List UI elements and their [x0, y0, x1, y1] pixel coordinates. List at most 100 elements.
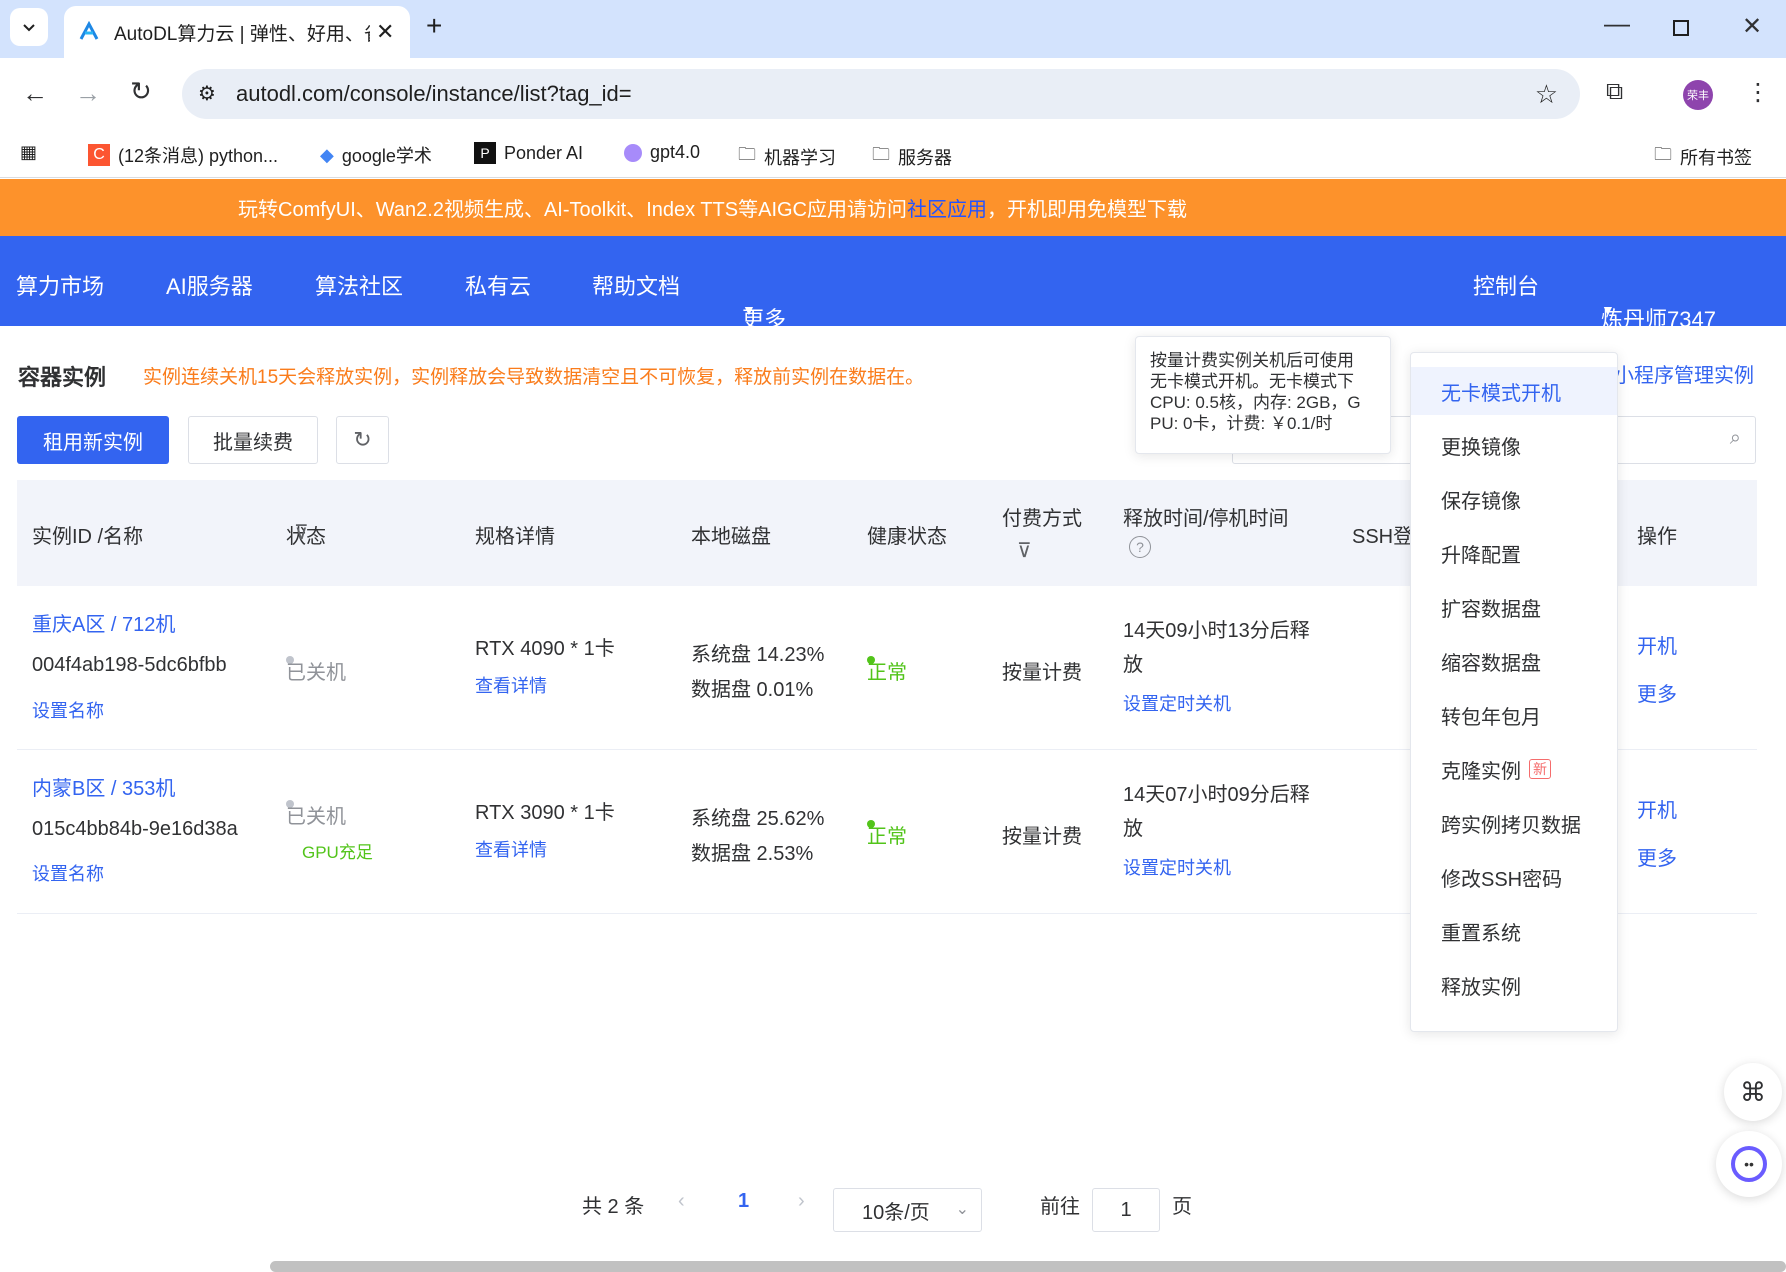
horizontal-scrollbar[interactable] [270, 1261, 1786, 1272]
bookmark-star-icon[interactable]: ☆ [1535, 79, 1558, 110]
minimize-button[interactable]: — [1604, 8, 1630, 39]
mini-program-link[interactable]: 小程序管理实例 [1614, 359, 1754, 388]
filter-icon[interactable]: ⊽ [1017, 538, 1032, 563]
page-number-current[interactable]: 1 [738, 1190, 749, 1213]
tab-search-button[interactable] [10, 8, 48, 46]
instance-region-link[interactable]: 重庆A区 / 712机 [32, 608, 175, 637]
view-details-link[interactable]: 查看详情 [475, 672, 547, 698]
goto-label: 前往 [1040, 1196, 1080, 1218]
bookmark-item[interactable]: ◆ google学术 [320, 142, 432, 168]
power-on-button[interactable]: 开机 [1637, 794, 1677, 823]
spec-text: RTX 4090 * 1卡 [475, 638, 615, 660]
extensions-icon[interactable]: ⧉ [1606, 78, 1623, 106]
banner-text-after: ，开机即用免模型下载 [987, 199, 1188, 221]
menu-item-release-instance[interactable]: 释放实例 [1411, 961, 1617, 1009]
browser-tab-strip: AutoDL算力云 | 弹性、好用、省 ✕ + — ✕ [0, 0, 1786, 58]
profile-avatar[interactable]: 荣丰 [1683, 80, 1713, 110]
spec-text: RTX 3090 * 1卡 [475, 802, 615, 824]
more-actions-button[interactable]: 更多 [1637, 678, 1677, 707]
set-timer-shutdown-link[interactable]: 设置定时关机 [1123, 690, 1231, 716]
goto-page-input[interactable]: 1 [1092, 1188, 1160, 1232]
release-time-cont: 放 [1123, 818, 1143, 840]
menu-item-no-gpu-start[interactable]: 无卡模式开机 [1411, 367, 1617, 415]
release-time: 14天07小时09分后释 [1123, 784, 1310, 806]
set-name-link[interactable]: 设置名称 [32, 697, 104, 723]
bot-face-icon: •• [1731, 1146, 1767, 1182]
floating-apps-button[interactable]: ⌘ [1724, 1063, 1782, 1121]
chevron-down-icon [23, 24, 35, 32]
maximize-button[interactable] [1673, 20, 1689, 36]
folder-icon: 🗀 [738, 144, 756, 164]
help-icon[interactable]: ? [1129, 536, 1151, 558]
bookmark-item[interactable]: C (12条消息) python... [88, 142, 278, 168]
address-bar-url[interactable]: autodl.com/console/instance/list?tag_id= [236, 81, 632, 107]
reload-icon[interactable]: ↻ [130, 76, 152, 107]
instance-id: 015c4bb84b-9e16d38a [32, 818, 238, 840]
menu-item-ssh-password[interactable]: 修改SSH密码 [1411, 853, 1617, 901]
set-timer-shutdown-link[interactable]: 设置定时关机 [1123, 854, 1231, 880]
tab-title: AutoDL算力云 | 弹性、好用、省 [114, 23, 370, 45]
chevron-down-icon: ⌄ [955, 1201, 969, 1218]
menu-item-expand-disk[interactable]: 扩容数据盘 [1411, 583, 1617, 631]
menu-item-reset-system[interactable]: 重置系统 [1411, 907, 1617, 955]
col-release: 释放时间/停机时间 [1123, 508, 1289, 530]
bookmark-folder[interactable]: 🗀 服务器 [872, 142, 952, 172]
nav-item-community[interactable]: 算法社区 [315, 269, 403, 301]
pagination-total: 共 2 条 [582, 1196, 645, 1218]
system-disk-usage: 系统盘 25.62% [691, 808, 825, 830]
col-disk: 本地磁盘 [691, 526, 771, 548]
nav-item-docs[interactable]: 帮助文档 [592, 269, 680, 301]
nav-item-market[interactable]: 算力市场 [16, 269, 104, 301]
power-on-button[interactable]: 开机 [1637, 630, 1677, 659]
refresh-button[interactable]: ↻ [336, 416, 389, 464]
all-bookmarks-folder[interactable]: 🗀 所有书签 [1654, 142, 1752, 172]
menu-item-change-config[interactable]: 升降配置 [1411, 529, 1617, 577]
forward-arrow-icon[interactable]: → [75, 78, 101, 109]
menu-item-shrink-disk[interactable]: 缩容数据盘 [1411, 637, 1617, 685]
prev-page-icon[interactable]: ‹ [678, 1190, 685, 1213]
folder-icon: 🗀 [1654, 144, 1672, 164]
col-ssh: SSH登 [1352, 526, 1414, 548]
menu-item-monthly[interactable]: 转包年包月 [1411, 691, 1617, 739]
promo-banner: 玩转ComfyUI、Wan2.2视频生成、AI-Toolkit、Index TT… [0, 179, 1786, 236]
col-spec: 规格详情 [475, 526, 555, 548]
bookmark-item[interactable]: gpt4.0 [624, 142, 700, 163]
more-actions-button[interactable]: 更多 [1637, 842, 1677, 871]
bookmark-folder[interactable]: 🗀 机器学习 [738, 142, 836, 172]
menu-item-save-image[interactable]: 保存镜像 [1411, 475, 1617, 523]
site-settings-icon[interactable]: ⚙ [198, 81, 216, 106]
nav-item-private-cloud[interactable]: 私有云 [465, 269, 531, 301]
nav-item-ai-server[interactable]: AI服务器 [166, 269, 253, 301]
browser-menu-icon[interactable]: ⋮ [1746, 78, 1770, 107]
caret-down-icon: ▼ [1601, 302, 1615, 318]
new-tab-button[interactable]: + [426, 10, 442, 42]
instance-region-link[interactable]: 内蒙B区 / 353机 [32, 772, 175, 801]
address-bar[interactable]: ⚙ autodl.com/console/instance/list?tag_i… [182, 69, 1580, 119]
menu-item-clone-instance[interactable]: 克隆实例 新 [1411, 745, 1617, 793]
batch-renew-button[interactable]: 批量续费 [188, 416, 318, 464]
back-arrow-icon[interactable]: ← [22, 78, 48, 109]
page-suffix: 页 [1172, 1196, 1192, 1218]
nav-console[interactable]: 控制台 [1473, 269, 1539, 301]
close-window-button[interactable]: ✕ [1742, 12, 1762, 41]
tab-close-icon[interactable]: ✕ [376, 19, 394, 45]
col-id: 实例ID /名称 [32, 526, 144, 548]
gpt-icon [624, 143, 642, 162]
banner-community-link[interactable]: 社区应用 [907, 193, 987, 222]
view-details-link[interactable]: 查看详情 [475, 836, 547, 862]
new-badge: 新 [1529, 759, 1551, 779]
filter-icon[interactable]: ⊽ [294, 520, 309, 545]
menu-item-copy-data[interactable]: 跨实例拷贝数据 [1411, 799, 1617, 847]
browser-tab-active[interactable]: AutoDL算力云 | 弹性、好用、省 ✕ [64, 6, 410, 58]
next-page-icon[interactable]: › [798, 1190, 805, 1213]
bookmark-item[interactable]: P Ponder AI [474, 142, 583, 164]
rent-new-instance-button[interactable]: 租用新实例 [17, 416, 169, 464]
command-icon: ⌘ [1740, 1076, 1766, 1107]
release-time-cont: 放 [1123, 654, 1143, 676]
page-size-select[interactable]: 10条/页 ⌄ [833, 1188, 982, 1232]
set-name-link[interactable]: 设置名称 [32, 860, 104, 886]
menu-item-change-image[interactable]: 更换镜像 [1411, 421, 1617, 469]
assistant-bot-button[interactable]: •• [1716, 1131, 1782, 1197]
gpu-availability: GPU充足 [302, 843, 373, 862]
apps-grid-icon[interactable]: ▦ [20, 142, 37, 163]
